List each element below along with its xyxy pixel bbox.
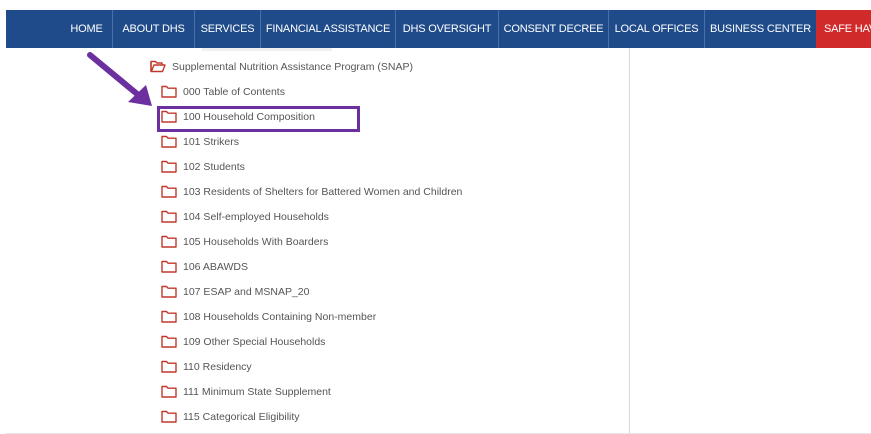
folder-icon	[161, 185, 177, 198]
tree-root-label: Supplemental Nutrition Assistance Progra…	[172, 60, 414, 73]
folder-icon	[161, 360, 177, 373]
nav-home[interactable]: HOME	[61, 10, 113, 48]
folder-icon	[161, 260, 177, 273]
tree-item-103[interactable]: 103 Residents of Shelters for Battered W…	[161, 185, 462, 198]
tree-item-label: 104 Self-employed Households	[183, 210, 329, 223]
nav-services[interactable]: SERVICES	[195, 10, 261, 48]
tree-item-label: 110 Residency	[183, 360, 252, 373]
tree-item-label: 101 Strikers	[183, 135, 240, 148]
tree-item-101[interactable]: 101 Strikers	[161, 135, 239, 148]
folder-icon	[161, 110, 177, 123]
folder-icon	[161, 335, 177, 348]
nav-dhs-oversight[interactable]: DHS OVERSIGHT	[396, 10, 499, 48]
nav-local-offices[interactable]: LOCAL OFFICES	[609, 10, 705, 48]
tree-item-108[interactable]: 108 Households Containing Non-member	[161, 310, 376, 323]
tree-item-109[interactable]: 109 Other Special Households	[161, 335, 325, 348]
tree-item-label: 108 Households Containing Non-member	[183, 310, 377, 323]
column-divider	[629, 48, 630, 434]
tree-item-111[interactable]: 111 Minimum State Supplement	[161, 385, 331, 398]
tree-item-000[interactable]: 000 Table of Contents	[161, 85, 285, 98]
folder-icon	[161, 310, 177, 323]
tree-item-110[interactable]: 110 Residency	[161, 360, 252, 373]
folder-icon	[161, 285, 177, 298]
tree-item-104[interactable]: 104 Self-employed Households	[161, 210, 329, 223]
tree-item-100[interactable]: 100 Household Composition	[161, 110, 315, 123]
folder-icon	[161, 210, 177, 223]
tree-item-label: 107 ESAP and MSNAP_20	[183, 285, 310, 298]
page: HOME ABOUT DHS SERVICES FINANCIAL ASSIST…	[0, 0, 871, 434]
content-area: Supplemental Nutrition Assistance Progra…	[6, 48, 871, 434]
tree-root-snap[interactable]: Supplemental Nutrition Assistance Progra…	[150, 60, 413, 73]
clipped-previous-item	[202, 48, 332, 51]
folder-icon	[161, 85, 177, 98]
tree-item-115[interactable]: 115 Categorical Eligibility	[161, 410, 300, 423]
tree-item-106[interactable]: 106 ABAWDS	[161, 260, 248, 273]
tree-item-label: 000 Table of Contents	[183, 85, 285, 98]
nav-consent-decree[interactable]: CONSENT DECREE	[499, 10, 609, 48]
tree-item-label: 115 Categorical Eligibility	[183, 410, 300, 423]
folder-icon	[161, 385, 177, 398]
tree-item-105[interactable]: 105 Households With Boarders	[161, 235, 328, 248]
nav-about-dhs[interactable]: ABOUT DHS	[113, 10, 195, 48]
nav-business-center[interactable]: BUSINESS CENTER	[705, 10, 816, 48]
tree-item-label: 106 ABAWDS	[183, 260, 248, 273]
folder-icon	[161, 135, 177, 148]
nav-financial-assistance[interactable]: FINANCIAL ASSISTANCE	[261, 10, 396, 48]
tree-item-107[interactable]: 107 ESAP and MSNAP_20	[161, 285, 309, 298]
folder-icon	[161, 160, 177, 173]
nav-safe-haven[interactable]: SAFE HAVEN	[816, 10, 871, 48]
tree-item-102[interactable]: 102 Students	[161, 160, 245, 173]
folder-open-icon	[150, 60, 166, 73]
tree-item-label: 109 Other Special Households	[183, 335, 326, 348]
tree-item-label: 111 Minimum State Supplement	[183, 385, 331, 398]
tree-item-label: 105 Households With Boarders	[183, 235, 329, 248]
tree-item-label: 102 Students	[183, 160, 245, 173]
folder-icon	[161, 235, 177, 248]
main-navigation: HOME ABOUT DHS SERVICES FINANCIAL ASSIST…	[6, 10, 871, 48]
tree-item-label: 103 Residents of Shelters for Battered W…	[183, 185, 463, 198]
folder-icon	[161, 410, 177, 423]
tree-item-label: 100 Household Composition	[183, 110, 315, 123]
